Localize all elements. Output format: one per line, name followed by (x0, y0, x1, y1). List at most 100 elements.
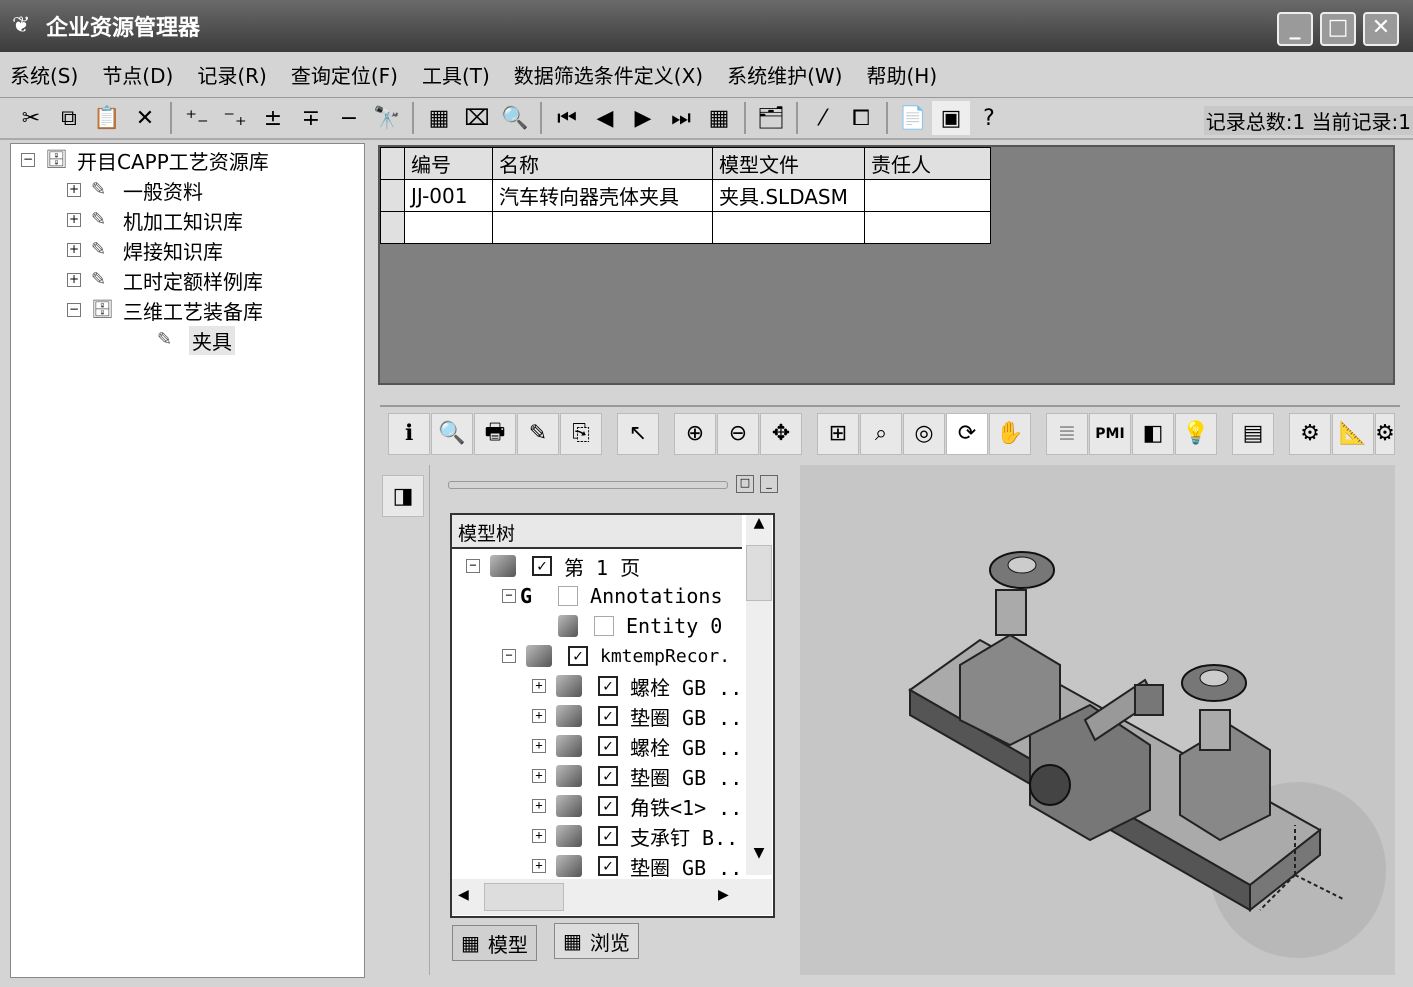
remove-icon[interactable]: − (330, 101, 368, 135)
table-row[interactable]: JJ-001 汽车转向器壳体夹具 夹具.SLDASM (380, 179, 991, 212)
delete-record-icon[interactable]: ⌧ (458, 101, 496, 135)
zoom-window-icon[interactable]: ⊞ (817, 412, 859, 455)
prev-record-icon[interactable]: ◀ (586, 101, 624, 135)
tab-model[interactable]: ▦ 模型 (452, 925, 537, 961)
col-owner[interactable]: 责任人 (864, 147, 991, 180)
table-icon[interactable]: ▦ (700, 101, 738, 135)
panel-minimize-button[interactable]: _ (760, 475, 778, 493)
tree-part-node[interactable]: + ✓ 支承钉 B.. (532, 821, 738, 851)
pan-icon[interactable]: ✋ (989, 412, 1031, 455)
viewer-toolbar: ℹ 🔍 🖶 ✎ ⎘ ↖ ⊕ ⊖ ✥ ⊞ ⌕ ◎ ⟳ ✋ ≣ PMI ◧ 💡 ▤ … (380, 405, 1400, 460)
layers-icon[interactable]: ≣ (1046, 412, 1088, 455)
light-icon[interactable]: 💡 (1175, 412, 1217, 455)
part-icon (558, 615, 578, 637)
horizontal-scrollbar[interactable]: ◀ ▶ (452, 879, 772, 915)
menu-maintenance[interactable]: 系统维护(W) (727, 60, 842, 89)
export-icon[interactable]: ⎘ (560, 412, 602, 455)
copy-icon[interactable]: ⧉ (50, 101, 88, 135)
tree-item[interactable]: − 🗄 三维工艺装备库 (67, 296, 263, 324)
tree-part-node[interactable]: + ✓ 螺栓 GB .. (532, 671, 742, 701)
move-down-icon[interactable]: ∓ (292, 101, 330, 135)
panel-restore-button[interactable]: □ (736, 475, 754, 493)
tree-part-node[interactable]: + ✓ 角铁<1> .. (532, 791, 742, 821)
model-tab-icon: ▦ (461, 931, 480, 955)
menu-system[interactable]: 系统(S) (10, 60, 78, 89)
view-icon[interactable]: ◎ (903, 412, 945, 455)
menu-filter[interactable]: 数据筛选条件定义(X) (514, 60, 703, 89)
measure-icon[interactable]: 📐 (1332, 412, 1374, 455)
next-record-icon[interactable]: ▶ (624, 101, 662, 135)
edit-record-icon[interactable]: ▦ (420, 101, 458, 135)
markup-icon[interactable]: ✎ (517, 412, 559, 455)
last-record-icon[interactable]: ⏭ (662, 101, 700, 135)
table-row-empty[interactable] (380, 211, 991, 244)
help-icon[interactable]: ? (970, 101, 1008, 135)
zoom-in-icon[interactable]: ⊕ (674, 412, 716, 455)
close-button[interactable]: ✕ (1363, 12, 1399, 46)
menu-node[interactable]: 节点(D) (102, 60, 173, 89)
delete-icon[interactable]: ✕ (126, 101, 164, 135)
cut-icon[interactable]: ✂ (12, 101, 50, 135)
menu-tools[interactable]: 工具(T) (422, 60, 490, 89)
tree-part-node[interactable]: + ✓ 垫圈 GB .. (532, 851, 742, 881)
tree-root[interactable]: − 🗄 开目CAPP工艺资源库 (21, 146, 269, 174)
window-icon[interactable]: ▣ (932, 101, 970, 135)
paste-icon[interactable]: 📋 (88, 101, 126, 135)
tab-browse[interactable]: ▦ 浏览 (554, 923, 639, 959)
tree-item-selected[interactable]: ✎ 夹具 (157, 325, 235, 355)
document-icon[interactable]: 📄 (894, 101, 932, 135)
tree-item[interactable]: + ✎ 焊接知识库 (67, 236, 223, 264)
scroll-left-icon: ◀ (458, 887, 469, 903)
fit-icon[interactable]: ✥ (760, 412, 802, 455)
print-preview-icon[interactable]: 🔍 (431, 412, 473, 455)
col-code[interactable]: 编号 (404, 147, 493, 180)
resource-tree: − 🗄 开目CAPP工艺资源库 + ✎ 一般资料 + ✎ 机加工知识库 + ✎ 焊接知识库 + ✎… (10, 143, 365, 978)
move-up-icon[interactable]: ± (254, 101, 292, 135)
more-icon[interactable]: ⚙ (1375, 412, 1395, 455)
print-icon[interactable]: 🖶 (474, 412, 516, 455)
tree-page-node[interactable]: − ✓ 第 1 页 (466, 551, 640, 581)
tree-assembly-node[interactable]: − ✓ kmtempRecor. (502, 641, 730, 671)
zoom-area-icon[interactable]: ⌕ (860, 412, 902, 455)
tree-part-node[interactable]: + ✓ 垫圈 GB .. (532, 701, 742, 731)
find-icon[interactable]: 🔭 (368, 101, 406, 135)
vertical-scrollbar[interactable]: ▲ ▼ (746, 515, 772, 875)
scroll-right-icon: ▶ (718, 887, 729, 903)
select-icon[interactable]: ↖ (617, 412, 659, 455)
properties-icon[interactable]: 🗂 (752, 101, 790, 135)
record-grid: 编号 名称 模型文件 责任人 JJ-001 汽车转向器壳体夹具 夹具.SLDASM (378, 145, 1395, 385)
menu-record[interactable]: 记录(R) (197, 60, 267, 89)
tree-annotations-node[interactable]: − G Annotations (502, 581, 723, 611)
section-icon[interactable]: ◧ (1132, 412, 1174, 455)
first-record-icon[interactable]: ⏮ (548, 101, 586, 135)
link-icon[interactable]: ⧠ (842, 101, 880, 135)
model-panel-toggle-icon[interactable]: ◨ (382, 475, 424, 517)
menu-help[interactable]: 帮助(H) (866, 60, 937, 89)
tree-item[interactable]: + ✎ 机加工知识库 (67, 206, 243, 234)
pen-icon[interactable]: ⁄ (804, 101, 842, 135)
panel-icon[interactable]: ▤ (1232, 412, 1274, 455)
tree-item[interactable]: + ✎ 工时定额样例库 (67, 266, 263, 294)
zoom-out-icon[interactable]: ⊖ (717, 412, 759, 455)
insert-before-icon[interactable]: ⁺₋ (178, 101, 216, 135)
pmi-icon[interactable]: PMI (1089, 412, 1131, 455)
minimize-button[interactable]: _ (1277, 12, 1313, 46)
menu-query[interactable]: 查询定位(F) (291, 60, 398, 89)
3d-model-fixture (908, 551, 1386, 958)
model-tree-header: 模型树 (452, 515, 742, 549)
col-name[interactable]: 名称 (492, 147, 713, 180)
3d-viewport[interactable] (800, 465, 1395, 975)
insert-child-icon[interactable]: ⁻₊ (216, 101, 254, 135)
explode-icon[interactable]: ⚙ (1289, 412, 1331, 455)
tree-part-node[interactable]: + ✓ 螺栓 GB .. (532, 731, 742, 761)
tree-part-node[interactable]: + ✓ 垫圈 GB .. (532, 761, 742, 791)
assembly-icon (526, 645, 552, 667)
panel-grip[interactable] (448, 481, 728, 489)
tree-entity-node[interactable]: Entity 0 (558, 611, 722, 641)
maximize-button[interactable]: □ (1320, 12, 1356, 46)
rotate-icon[interactable]: ⟳ (946, 412, 988, 455)
tree-item[interactable]: + ✎ 一般资料 (67, 176, 203, 204)
info-icon[interactable]: ℹ (388, 412, 430, 455)
preview-icon[interactable]: 🔍 (496, 101, 534, 135)
col-model-file[interactable]: 模型文件 (712, 147, 865, 180)
